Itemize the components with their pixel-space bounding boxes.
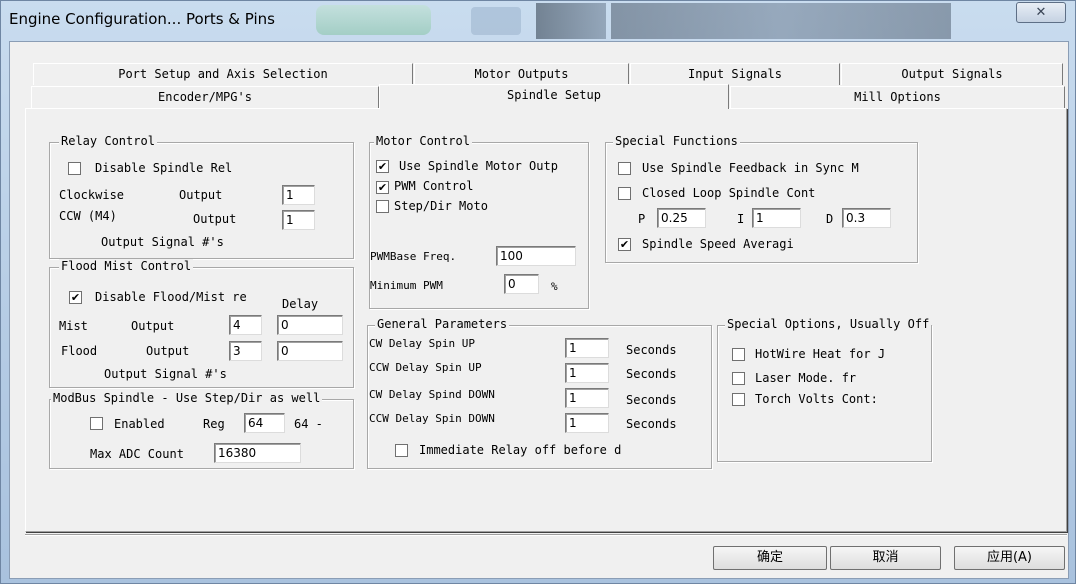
use-spindle-motor-label: Use Spindle Motor Outp (399, 159, 558, 173)
pwm-base-freq-label: PWMBase Freq. (370, 250, 457, 263)
disable-flood-mist-checkbox[interactable]: ✔ (69, 291, 82, 304)
tab-motor-outputs[interactable]: Motor Outputs (414, 63, 629, 85)
title-bar[interactable]: Engine Configuration... Ports & Pins ✕ (1, 1, 1076, 41)
spindle-feedback-label: Use Spindle Feedback in Sync M (642, 161, 859, 175)
spindle-feedback-checkbox[interactable] (618, 162, 631, 175)
tab-output-signals[interactable]: Output Signals (841, 63, 1063, 85)
modbus-enabled-checkbox[interactable] (90, 417, 103, 430)
spindle-speed-averaging-checkbox[interactable]: ✔ (618, 238, 631, 251)
ccw-delay-spin-down-label: CCW Delay Spin DOWN (369, 412, 495, 425)
max-adc-label: Max ADC Count (90, 447, 184, 461)
cw-delay-spin-down-unit: Seconds (626, 393, 677, 407)
close-icon: ✕ (1035, 5, 1047, 20)
cw-delay-spin-down-field[interactable]: 1 (565, 388, 609, 408)
disable-flood-mist-label: Disable Flood/Mist re (95, 290, 247, 304)
cw-label: Clockwise (59, 188, 125, 202)
cw-delay-spin-up-unit: Seconds (626, 343, 677, 357)
closed-loop-label: Closed Loop Spindle Cont (642, 186, 816, 200)
ccw-output-label: Output (193, 212, 237, 226)
ccw-label: CCW (M4) (59, 209, 117, 223)
special-options-title: Special Options, Usually Off (725, 317, 932, 331)
pwm-base-freq-field[interactable]: 100 (496, 246, 576, 266)
hotwire-heat-checkbox[interactable] (732, 348, 745, 361)
minimum-pwm-field[interactable]: 0 (504, 274, 539, 294)
window-frame: Engine Configuration... Ports & Pins ✕ P… (0, 0, 1076, 584)
p-label: P (638, 212, 646, 226)
step-dir-motor-label: Step/Dir Moto (394, 199, 488, 213)
tab-input-signals[interactable]: Input Signals (630, 63, 840, 85)
use-spindle-motor-checkbox[interactable]: ✔ (376, 160, 389, 173)
motor-control-title: Motor Control (374, 134, 472, 148)
cw-delay-spin-down-label: CW Delay Spind DOWN (369, 388, 495, 401)
bottom-separator (25, 534, 1067, 536)
tab-spindle-setup[interactable]: Spindle Setup (379, 84, 729, 109)
flood-output-signal-label: Output Signal #'s (104, 367, 227, 381)
flood-delay-field[interactable]: 0 (277, 341, 343, 361)
ok-button[interactable]: 确定 (713, 546, 827, 570)
modbus-enabled-label: Enabled (114, 417, 165, 431)
flood-label: Flood (61, 344, 98, 358)
modbus-reg-field[interactable]: 64 (244, 413, 285, 433)
mist-output-field[interactable]: 4 (229, 315, 262, 335)
flood-output-label: Output (146, 344, 190, 358)
flood-mist-title: Flood Mist Control (59, 259, 194, 273)
d-field[interactable]: 0.3 (842, 208, 891, 228)
title-bar-background-decoration (536, 3, 606, 39)
mist-output-label: Output (131, 319, 175, 333)
modbus-title: ModBus Spindle - Use Step/Dir as well (51, 391, 323, 405)
spindle-speed-averaging-label: Spindle Speed Averagi (642, 237, 794, 251)
close-button[interactable]: ✕ (1016, 2, 1066, 23)
tab-mill-options[interactable]: Mill Options (730, 86, 1065, 108)
mist-delay-field[interactable]: 0 (277, 315, 343, 335)
window-title: Engine Configuration... Ports & Pins (9, 10, 275, 28)
ccw-output-field[interactable]: 1 (282, 210, 315, 230)
minimum-pwm-label: Minimum PWM (370, 279, 443, 292)
torch-volts-checkbox[interactable] (732, 393, 745, 406)
mist-label: Mist (59, 319, 88, 333)
immediate-relay-off-label: Immediate Relay off before d (419, 443, 622, 457)
general-parameters-title: General Parameters (375, 317, 510, 331)
laser-mode-label: Laser Mode. fr (755, 371, 857, 385)
title-bar-background-decoration (611, 3, 951, 39)
torch-volts-label: Torch Volts Cont: (755, 392, 878, 406)
ccw-delay-spin-down-unit: Seconds (626, 417, 677, 431)
d-label: D (826, 212, 834, 226)
i-label: I (737, 212, 745, 226)
flood-mist-delay-label: Delay (282, 297, 319, 311)
relay-control-title: Relay Control (59, 134, 157, 148)
title-bar-background-decoration (471, 7, 521, 35)
tab-port-setup[interactable]: Port Setup and Axis Selection (33, 63, 413, 85)
p-field[interactable]: 0.25 (657, 208, 706, 228)
modbus-reg-suffix: 64 - (294, 417, 323, 431)
ccw-delay-spin-up-field[interactable]: 1 (565, 363, 609, 383)
pwm-control-label: PWM Control (394, 179, 474, 193)
modbus-reg-label: Reg (203, 417, 225, 431)
relay-output-signal-label: Output Signal #'s (101, 235, 224, 249)
cw-output-label: Output (179, 188, 223, 202)
pwm-control-checkbox[interactable]: ✔ (376, 181, 389, 194)
disable-spindle-relay-label: Disable Spindle Rel (95, 161, 233, 175)
flood-output-field[interactable]: 3 (229, 341, 262, 361)
cancel-button[interactable]: 取消 (830, 546, 941, 570)
ccw-delay-spin-down-field[interactable]: 1 (565, 413, 609, 433)
laser-mode-checkbox[interactable] (732, 372, 745, 385)
minimum-pwm-unit: % (551, 280, 558, 293)
title-bar-background-decoration (316, 5, 431, 35)
i-field[interactable]: 1 (752, 208, 801, 228)
step-dir-motor-checkbox[interactable] (376, 200, 389, 213)
closed-loop-checkbox[interactable] (618, 187, 631, 200)
tab-encoder-mpg[interactable]: Encoder/MPG's (31, 86, 379, 108)
special-functions-title: Special Functions (613, 134, 740, 148)
hotwire-heat-label: HotWire Heat for J (755, 347, 886, 361)
ccw-delay-spin-up-unit: Seconds (626, 367, 677, 381)
ccw-delay-spin-up-label: CCW Delay Spin UP (369, 361, 482, 374)
max-adc-field[interactable]: 16380 (214, 443, 301, 463)
disable-spindle-relay-checkbox[interactable] (68, 162, 81, 175)
cw-delay-spin-up-field[interactable]: 1 (565, 338, 609, 358)
immediate-relay-off-checkbox[interactable] (395, 444, 408, 457)
apply-button[interactable]: 应用(A) (954, 546, 1065, 570)
cw-delay-spin-up-label: CW Delay Spin UP (369, 337, 475, 350)
cw-output-field[interactable]: 1 (282, 185, 315, 205)
